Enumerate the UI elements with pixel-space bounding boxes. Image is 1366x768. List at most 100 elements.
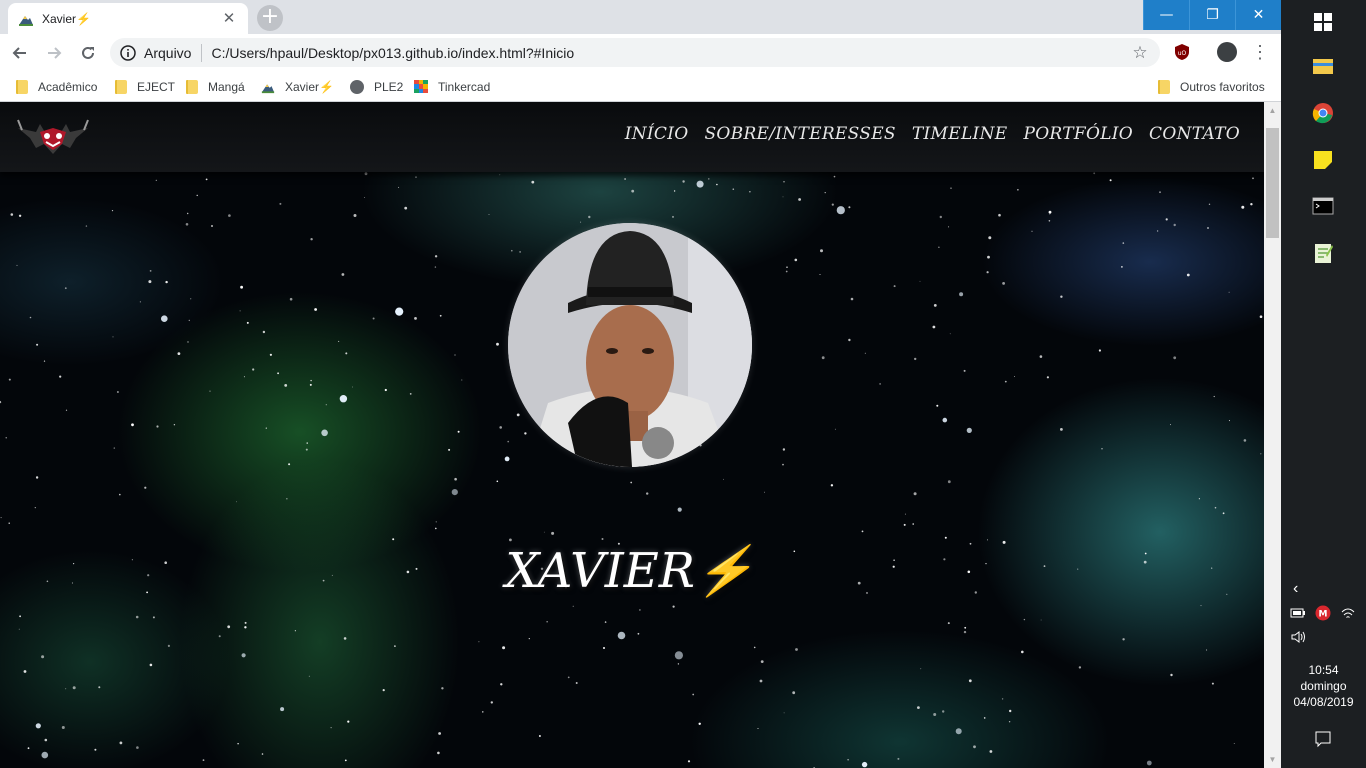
star	[798, 198, 801, 201]
star	[1049, 213, 1051, 215]
bookmark-tinkercad[interactable]: Tinkercad	[414, 71, 490, 102]
bookmark-xavier[interactable]: Xavier⚡	[261, 71, 334, 102]
star	[202, 759, 205, 761]
battery-icon[interactable]	[1290, 606, 1306, 620]
star	[64, 287, 67, 290]
star	[16, 264, 18, 266]
star	[434, 266, 437, 268]
system-clock[interactable]: 10:54 domingo 04/08/2019	[1281, 662, 1366, 710]
page-scrollbar[interactable]: ▲ ▼	[1264, 102, 1281, 768]
star	[119, 741, 123, 745]
star	[18, 214, 22, 217]
star	[237, 743, 239, 745]
star	[1173, 223, 1176, 227]
star	[353, 214, 357, 217]
star	[893, 559, 895, 561]
star	[759, 679, 763, 683]
star	[866, 592, 868, 594]
chevron-left-icon[interactable]: ‹	[1293, 580, 1298, 598]
wifi-icon[interactable]	[1340, 606, 1356, 620]
star	[284, 384, 288, 387]
star	[708, 178, 710, 180]
new-tab-button[interactable]: +	[257, 5, 283, 31]
nav-portfolio[interactable]: PORTFÓLIO	[1023, 124, 1133, 144]
bookmark-academico[interactable]: Acadêmico	[16, 71, 97, 102]
profile-portrait-illustration	[508, 223, 752, 467]
star	[441, 687, 444, 690]
scroll-up-arrow-icon[interactable]: ▲	[1264, 102, 1281, 119]
tab-xavier[interactable]: Xavier⚡ ✕	[8, 3, 248, 34]
star	[113, 447, 116, 449]
bookmark-eject[interactable]: EJECT	[115, 71, 175, 102]
sticky-notes-icon[interactable]	[1311, 148, 1335, 172]
chrome-icon[interactable]	[1311, 101, 1335, 125]
address-bar[interactable]: Arquivo C:/Users/hpaul/Desktop/px013.git…	[110, 38, 1160, 67]
url-text[interactable]: C:/Users/hpaul/Desktop/px013.github.io/i…	[211, 45, 1130, 61]
star	[1109, 179, 1112, 182]
star	[41, 751, 49, 759]
minimize-button[interactable]: —	[1143, 0, 1189, 30]
star	[280, 707, 285, 712]
notepad-plus-icon[interactable]	[1311, 241, 1335, 265]
star	[398, 186, 400, 188]
mega-icon[interactable]: M	[1315, 605, 1331, 621]
windows-start-icon[interactable]	[1311, 10, 1335, 34]
bookmark-ple2[interactable]: PLE2	[350, 71, 403, 102]
file-explorer-icon[interactable]	[1311, 54, 1335, 78]
star	[372, 317, 375, 320]
star	[116, 391, 119, 393]
bookmark-manga[interactable]: Mangá	[186, 71, 245, 102]
star	[861, 530, 864, 533]
nav-timeline[interactable]: TIMELINE	[912, 124, 1008, 144]
star	[454, 477, 457, 481]
forward-button[interactable]	[40, 39, 68, 67]
star	[1208, 203, 1211, 205]
star	[933, 713, 937, 716]
address-separator	[201, 43, 203, 62]
star	[1077, 568, 1079, 570]
nav-contato[interactable]: CONTATO	[1149, 124, 1240, 144]
mountain-sun-icon	[18, 10, 34, 27]
star	[1214, 506, 1217, 509]
info-icon[interactable]	[120, 44, 136, 61]
star	[1211, 567, 1213, 569]
star	[830, 484, 834, 487]
close-window-button[interactable]: ✕	[1235, 0, 1281, 30]
profile-avatar[interactable]	[1217, 42, 1237, 62]
volume-icon[interactable]	[1290, 630, 1306, 644]
nav-sobre-interesses[interactable]: SOBRE/INTERESSES	[704, 124, 895, 144]
star	[1207, 227, 1209, 229]
star	[933, 304, 937, 307]
action-center-icon[interactable]	[1314, 730, 1332, 748]
star	[903, 523, 906, 526]
star	[352, 386, 353, 388]
star	[131, 423, 134, 427]
star	[912, 523, 914, 525]
star	[920, 668, 922, 670]
star	[435, 521, 437, 523]
star-icon[interactable]: ☆	[1130, 43, 1150, 63]
nav-inicio[interactable]: INÍCIO	[625, 124, 689, 144]
scroll-down-arrow-icon[interactable]: ▼	[1264, 751, 1281, 768]
star	[588, 215, 591, 219]
star	[630, 481, 633, 484]
clock-date: 04/08/2019	[1293, 695, 1354, 709]
star	[415, 176, 417, 178]
close-tab-icon[interactable]: ✕	[220, 10, 238, 28]
star	[451, 489, 458, 496]
command-prompt-icon[interactable]	[1311, 194, 1335, 218]
other-bookmarks[interactable]: Outros favoritos	[1158, 71, 1265, 102]
back-button[interactable]	[6, 39, 34, 67]
restore-button[interactable]: ❐	[1189, 0, 1235, 30]
reload-button[interactable]	[74, 39, 102, 67]
scroll-thumb[interactable]	[1266, 128, 1279, 238]
star	[434, 255, 438, 258]
star	[1101, 448, 1103, 450]
star	[966, 427, 972, 433]
more-menu-icon[interactable]: ⋮	[1250, 42, 1270, 62]
star	[897, 757, 900, 760]
ublock-extension-icon[interactable]: uO	[1173, 43, 1191, 61]
star	[1043, 565, 1046, 567]
demon-logo-icon[interactable]	[16, 114, 90, 160]
star	[23, 670, 27, 673]
